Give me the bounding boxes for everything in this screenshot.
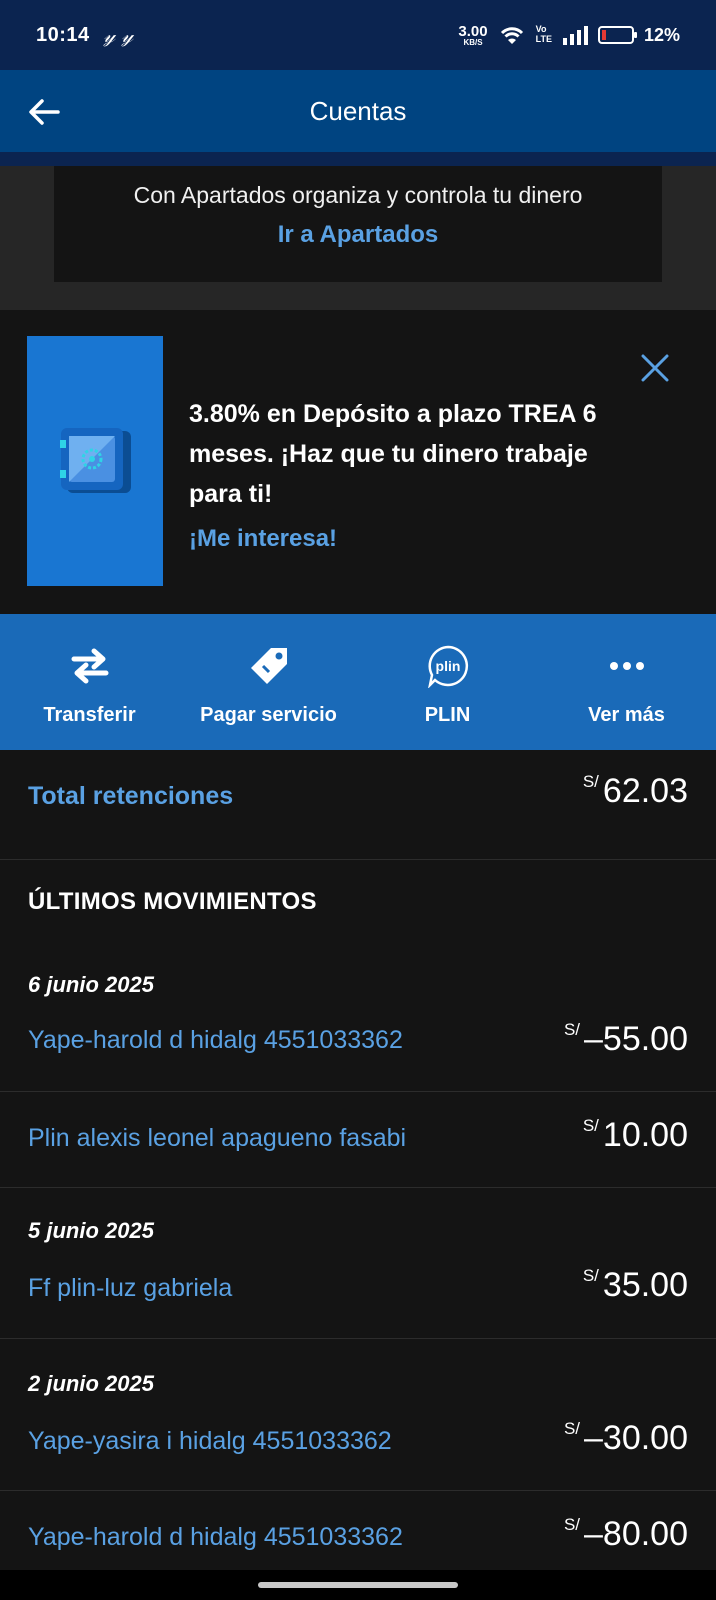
more-dots-icon	[609, 662, 644, 670]
movement-row[interactable]: Plin alexis leonel apagueno fasabi S/ 10…	[0, 1092, 716, 1188]
close-icon[interactable]	[640, 353, 670, 383]
more-button[interactable]: Ver más	[537, 614, 716, 750]
pay-service-label: Pagar servicio	[200, 704, 337, 726]
movement-description: Yape-harold d hidalg 4551033362	[28, 1026, 403, 1054]
pay-service-button[interactable]: Pagar servicio	[179, 614, 358, 750]
volte-bottom: LTE	[535, 34, 552, 44]
amount-value: 10.00	[602, 1116, 688, 1154]
volte-icon: Vo LTE	[535, 24, 552, 45]
promo-link[interactable]: ¡Me interesa!	[189, 525, 337, 553]
currency-symbol: S/	[582, 772, 599, 791]
promo-banner: 3.80% en Depósito a plazo TREA 6 meses. …	[0, 310, 716, 614]
apartados-card: Con Apartados organiza y controla tu din…	[54, 166, 662, 282]
movement-amount: S/ 35.00	[583, 1266, 688, 1305]
battery-icon	[597, 26, 637, 44]
movement-row[interactable]: 6 junio 2025 Yape-harold d hidalg 455103…	[0, 960, 716, 1092]
apartados-link[interactable]: Ir a Apartados	[278, 221, 439, 249]
apartados-text: Con Apartados organiza y controla tu din…	[133, 182, 583, 208]
battery-percent: 12%	[643, 24, 680, 45]
movement-date: 5 junio 2025	[28, 1218, 154, 1243]
movement-amount: S/ –80.00	[564, 1515, 688, 1554]
amount-value: –55.00	[584, 1020, 688, 1058]
movement-row[interactable]: 2 junio 2025 Yape-yasira i hidalg 455103…	[0, 1339, 716, 1491]
amount-value: 62.03	[602, 772, 688, 810]
page-title: Cuentas	[309, 95, 407, 126]
plin-icon: plin	[427, 645, 468, 688]
currency-symbol: S/	[582, 1266, 599, 1285]
promo-text: 3.80% en Depósito a plazo TREA 6 meses. …	[189, 400, 597, 508]
promo-image	[27, 336, 163, 586]
transfer-button[interactable]: Transferir	[0, 614, 179, 750]
movement-amount: S/ –30.00	[564, 1419, 688, 1458]
movement-row[interactable]: 5 junio 2025 Ff plin-luz gabriela S/ 35.…	[0, 1188, 716, 1339]
movement-date: 6 junio 2025	[28, 972, 154, 997]
wifi-icon	[500, 27, 523, 44]
amount-value: –30.00	[584, 1419, 688, 1457]
plin-button[interactable]: plin PLIN	[358, 614, 537, 750]
price-tag-icon	[250, 648, 287, 684]
network-speed-unit: KB/S	[463, 37, 483, 47]
more-label: Ver más	[588, 704, 665, 726]
movement-amount: S/ 10.00	[583, 1116, 688, 1155]
retenciones-row[interactable]: Total retenciones S/ 62.03	[0, 750, 716, 860]
movement-description: Yape-harold d hidalg 4551033362	[28, 1523, 403, 1551]
amount-value: 35.00	[602, 1266, 688, 1304]
home-indicator[interactable]	[258, 1582, 458, 1588]
network-speed-value: 3.00	[458, 22, 488, 40]
network-speed: 3.00 KB/S	[458, 24, 487, 47]
amount-value: –80.00	[584, 1515, 688, 1553]
vault-icon	[60, 428, 131, 493]
status-time: 10:14	[36, 23, 90, 46]
header-divider	[0, 152, 716, 166]
app-header: Cuentas	[0, 70, 716, 152]
navigation-bar	[0, 1570, 716, 1600]
apartados-section: Con Apartados organiza y controla tu din…	[0, 166, 716, 310]
movement-date: 2 junio 2025	[28, 1371, 154, 1396]
retenciones-amount: S/ 62.03	[583, 772, 688, 811]
movement-description: Yape-yasira i hidalg 4551033362	[28, 1427, 392, 1455]
currency-symbol: S/	[563, 1515, 580, 1534]
quick-actions: Transferir Pagar servicio plin PLIN Ver …	[0, 614, 716, 750]
movements-list: 6 junio 2025 Yape-harold d hidalg 455103…	[0, 960, 716, 1591]
plin-label: PLIN	[424, 704, 471, 726]
transfer-label: Transferir	[43, 704, 136, 726]
movement-description: Plin alexis leonel apagueno fasabi	[28, 1124, 407, 1152]
back-arrow-icon[interactable]	[26, 94, 62, 130]
notification-icons: 𝓎 𝓎	[103, 23, 134, 47]
currency-symbol: S/	[582, 1116, 599, 1135]
status-bar: 10:14 𝓎 𝓎 3.00 KB/S Vo LTE 12%	[0, 0, 716, 70]
movement-amount: S/ –55.00	[564, 1020, 688, 1059]
currency-symbol: S/	[563, 1020, 580, 1039]
plin-icon-text: plin	[435, 658, 460, 674]
movements-title: ÚLTIMOS MOVIMIENTOS	[28, 888, 317, 915]
signal-icon	[562, 26, 588, 45]
movement-description: Ff plin-luz gabriela	[28, 1274, 233, 1302]
transfer-arrows-icon	[71, 648, 108, 684]
retenciones-label: Total retenciones	[28, 782, 234, 810]
currency-symbol: S/	[563, 1419, 580, 1438]
